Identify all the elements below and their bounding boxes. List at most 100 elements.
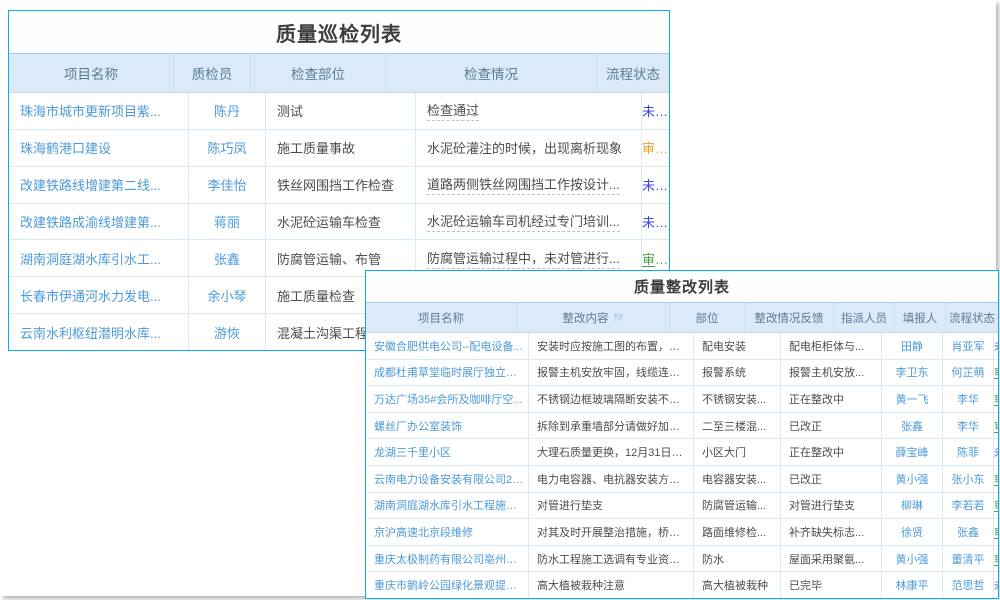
assignee-cell: 张鑫 [882, 413, 943, 439]
process-status-text[interactable]: 审批通过 [994, 418, 998, 434]
t2-header-label: 流程状态 [949, 310, 995, 326]
project-name-link[interactable]: 湖南洞庭湖水库引水工... [20, 249, 161, 268]
project-name-link[interactable]: 改建铁路线增建第二线... [20, 175, 161, 194]
process-status-text[interactable]: 审批中 [642, 138, 669, 157]
project-name-link[interactable]: 改建铁路成渝线增建第... [20, 212, 161, 231]
rectify-content-cell: 防水工程施工选调有专业资质... [529, 546, 694, 572]
t2-header-content[interactable]: 整改内容 [517, 303, 670, 332]
process-status-text[interactable]: 未提交 [642, 212, 669, 231]
process-status-text[interactable]: 未提交 [994, 338, 998, 354]
process-status-cell: 未提交 [994, 572, 998, 598]
project-name-cell: 珠海市城市更新项目紫... [9, 93, 189, 129]
process-status-text[interactable]: 未提交 [642, 101, 669, 120]
reporter-link[interactable]: 董清平 [952, 551, 985, 567]
reporter-link[interactable]: 李若若 [952, 497, 985, 513]
assignee-cell: 田静 [882, 333, 943, 359]
project-name-link[interactable]: 重庆市鹅岭公园绿化景观提升... [374, 577, 524, 593]
page: 质量巡检列表 项目名称质检员检查部位检查情况流程状态 珠海市城市更新项目紫...… [0, 0, 996, 596]
reporter-cell: 肖亚军 [943, 333, 994, 359]
project-name-link[interactable]: 万达广场35#会所及咖啡厅空... [374, 391, 523, 407]
project-name-cell: 安徽合肥供电公司--配电设备... [366, 333, 529, 359]
assignee-link[interactable]: 林康平 [896, 577, 929, 593]
part-cell: 配电安装 [694, 333, 781, 359]
process-status-text[interactable]: 审批通过 [994, 551, 998, 567]
part-text: 防腐管运输... [702, 497, 766, 513]
reporter-link[interactable]: 张鑫 [957, 524, 979, 540]
process-status-text[interactable]: 审批通过 [994, 524, 998, 540]
rectification-row: 万达广场35#会所及咖啡厅空...不锈钢边框玻璃隔断安装不牢...不锈钢安装..… [366, 386, 998, 413]
project-name-link[interactable]: 龙湖三千里小区 [374, 444, 451, 460]
project-name-cell: 成都杜甫草堂临时展厅独立展... [366, 360, 529, 386]
t2-header-status: 流程状态 [946, 303, 998, 332]
rectification-row: 龙湖三千里小区大理石质量更换，12月31日之...小区大门正在整改中薛宝峰陈菲未… [366, 439, 998, 466]
project-name-cell: 龙湖三千里小区 [366, 439, 529, 465]
reporter-link[interactable]: 张小东 [952, 471, 985, 487]
assignee-link[interactable]: 田静 [901, 338, 923, 354]
rectification-row: 云南电力设备安装有限公司20...电力电容器、电抗器安装方案...电容器安装..… [366, 466, 998, 493]
project-name-cell: 云南水利枢纽潜明水库... [9, 314, 189, 350]
process-status-text[interactable]: 未提交 [994, 577, 998, 593]
assignee-cell: 薛宝峰 [882, 439, 943, 465]
process-status-text[interactable]: 审批通过 [994, 364, 998, 380]
project-name-link[interactable]: 安徽合肥供电公司--配电设备... [374, 338, 523, 354]
project-name-link[interactable]: 京沪高速北京段维修 [374, 524, 473, 540]
reporter-link[interactable]: 肖亚军 [952, 338, 985, 354]
inspector-link[interactable]: 余小琴 [207, 286, 246, 305]
t2-header-label: 整改内容 [563, 310, 609, 326]
inspector-link[interactable]: 陈巧凤 [207, 138, 246, 157]
assignee-link[interactable]: 张鑫 [901, 418, 923, 434]
inspection-situation-cell: 道路两侧铁丝网围挡工作按设计... [416, 167, 642, 203]
assignee-link[interactable]: 薛宝峰 [896, 444, 929, 460]
inspection-part-text: 施工质量事故 [277, 138, 355, 157]
inspector-cell: 陈巧凤 [189, 130, 266, 166]
feedback-text: 屋面采用聚氨... [789, 551, 864, 567]
t2-header-assignee: 指派人员 [834, 303, 895, 332]
part-cell: 防腐管运输... [694, 493, 781, 519]
inspection-situation-cell: 检查通过 [416, 93, 642, 129]
project-name-link[interactable]: 云南水利枢纽潜明水库... [20, 323, 161, 342]
process-status-text[interactable]: 审批通过 [642, 249, 669, 268]
reporter-link[interactable]: 李华 [957, 418, 979, 434]
assignee-link[interactable]: 柳琳 [901, 497, 923, 513]
reporter-cell: 范思哲 [943, 572, 994, 598]
assignee-cell: 柳琳 [882, 493, 943, 519]
project-name-link[interactable]: 螺丝厂办公室装饰 [374, 418, 462, 434]
inspection-situation-cell: 水泥砼运输车司机经过专门培训... [416, 204, 642, 240]
project-name-link[interactable]: 珠海鹤港口建设 [20, 138, 111, 157]
rectification-row: 安徽合肥供电公司--配电设备...安装时应按施工图的布置，将...配电安装配电柜… [366, 333, 998, 360]
inspection-part-text: 混凝土沟渠工程 [277, 323, 368, 342]
reporter-link[interactable]: 范思哲 [952, 577, 985, 593]
project-name-link[interactable]: 重庆太极制药有限公司亳州中... [374, 551, 524, 567]
inspector-link[interactable]: 张鑫 [214, 249, 240, 268]
inspector-link[interactable]: 李佳怡 [207, 175, 246, 194]
process-status-text[interactable]: 审批通过 [994, 471, 998, 487]
inspection-situation-text: 检查通过 [427, 100, 479, 121]
sort-icon[interactable] [613, 312, 624, 323]
assignee-link[interactable]: 黄小强 [896, 471, 929, 487]
assignee-link[interactable]: 黄一飞 [896, 391, 929, 407]
reporter-link[interactable]: 李华 [957, 391, 979, 407]
feedback-cell: 已改正 [781, 413, 882, 439]
process-status-text[interactable]: 未提交 [642, 175, 669, 194]
project-name-cell: 改建铁路成渝线增建第... [9, 204, 189, 240]
inspector-link[interactable]: 陈丹 [214, 101, 240, 120]
reporter-link[interactable]: 陈菲 [957, 444, 979, 460]
process-status-text[interactable]: 审批通过 [994, 391, 998, 407]
assignee-link[interactable]: 徐贤 [901, 524, 923, 540]
inspector-link[interactable]: 游恢 [214, 323, 240, 342]
project-name-link[interactable]: 长春市伊通河水力发电... [20, 286, 161, 305]
project-name-link[interactable]: 珠海市城市更新项目紫... [20, 101, 161, 120]
assignee-link[interactable]: 黄小强 [896, 551, 929, 567]
project-name-link[interactable]: 湖南洞庭湖水库引水工程施工I标 [374, 497, 524, 513]
part-cell: 高大植被栽种 [694, 572, 781, 598]
reporter-link[interactable]: 何芷萌 [952, 364, 985, 380]
t1-header-label: 流程状态 [606, 63, 660, 83]
part-text: 电容器安装... [702, 471, 766, 487]
assignee-link[interactable]: 李卫东 [896, 364, 929, 380]
process-status-text[interactable]: 审批通过 [994, 497, 998, 513]
project-name-link[interactable]: 成都杜甫草堂临时展厅独立展... [374, 364, 524, 380]
process-status-text[interactable]: 未提交 [994, 444, 998, 460]
inspection-situation-text: 水泥砼运输车司机经过专门培训... [427, 211, 620, 232]
project-name-link[interactable]: 云南电力设备安装有限公司20... [374, 471, 524, 487]
inspector-link[interactable]: 蒋丽 [214, 212, 240, 231]
